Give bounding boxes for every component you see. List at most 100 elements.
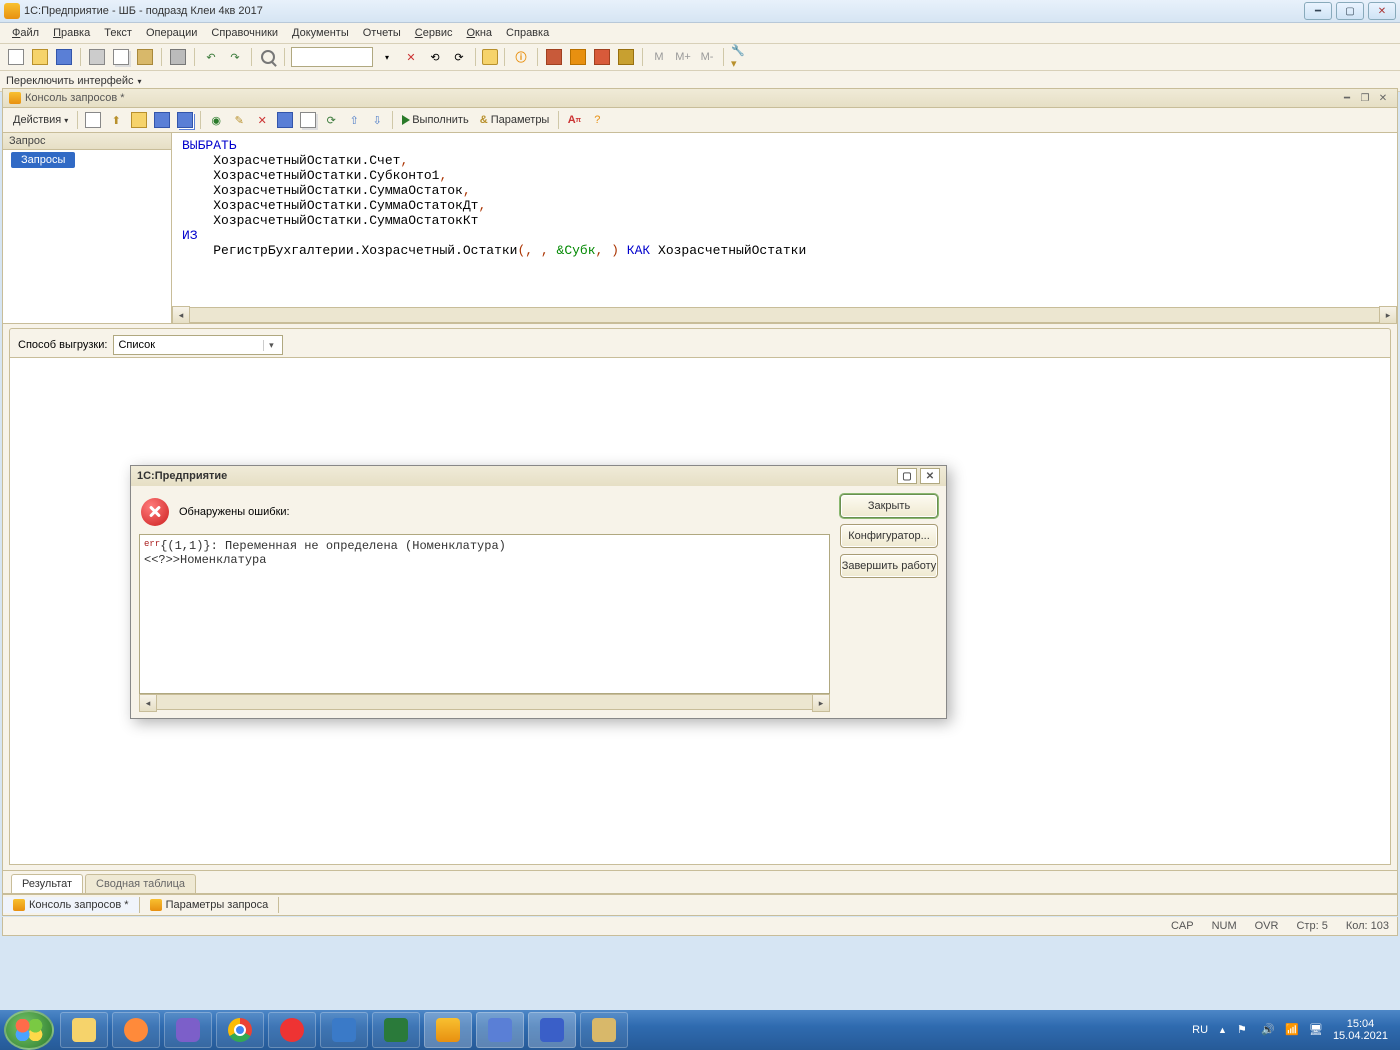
taskbar-excel[interactable] [372, 1012, 420, 1048]
new-button[interactable] [6, 47, 26, 67]
menu-help[interactable]: Справка [500, 25, 555, 41]
doctab-console[interactable]: Консоль запросов * [3, 897, 140, 913]
copy-button[interactable] [111, 47, 131, 67]
mdi-restore-button[interactable]: ❐ [1357, 91, 1373, 105]
doctab-params[interactable]: Параметры запроса [140, 897, 280, 913]
taskbar-1c[interactable] [424, 1012, 472, 1048]
window-minimize-button[interactable]: ━ [1304, 2, 1332, 20]
m-minus-button[interactable]: M- [697, 47, 717, 67]
taskbar-save[interactable] [476, 1012, 524, 1048]
run-button[interactable]: Выполнить [398, 112, 472, 128]
paste-button[interactable] [135, 47, 155, 67]
taskbar-opera[interactable] [268, 1012, 316, 1048]
tray-language[interactable]: RU [1192, 1024, 1208, 1036]
close-button[interactable]: Закрыть [840, 494, 938, 518]
print-button[interactable] [168, 47, 188, 67]
tray-clock[interactable]: 15:04 15.04.2021 [1333, 1018, 1388, 1042]
tray-flag-icon[interactable]: ⚑ [1237, 1023, 1251, 1037]
tray-network-icon[interactable]: 📶 [1285, 1023, 1299, 1037]
info-button[interactable]: ⓘ [511, 47, 531, 67]
qt-open-icon[interactable] [129, 110, 149, 130]
menu-operations[interactable]: Операции [140, 25, 203, 41]
qt-help-icon[interactable]: ? [587, 110, 607, 130]
redo-button[interactable]: ↷ [225, 47, 245, 67]
export-combo[interactable]: Список ▾ [113, 335, 283, 355]
tree-item-queries[interactable]: Запросы [11, 152, 75, 168]
menu-file[interactable]: Файл [6, 25, 45, 41]
open-button[interactable] [30, 47, 50, 67]
qt-movedown-icon[interactable]: ⇩ [367, 110, 387, 130]
menu-reports[interactable]: Отчеты [357, 25, 407, 41]
window-close-button[interactable]: ✕ [1368, 2, 1396, 20]
calc-button[interactable] [482, 49, 498, 65]
undo-button[interactable]: ↶ [201, 47, 221, 67]
dialog-hscrollbar[interactable]: ◂ ▸ [139, 694, 830, 710]
menu-docs[interactable]: Документы [286, 25, 355, 41]
dialog-close-button[interactable]: ✕ [920, 468, 940, 484]
params-button[interactable]: & Параметры [476, 112, 554, 128]
toolbar-combo[interactable] [291, 47, 373, 67]
taskbar-viber[interactable] [164, 1012, 212, 1048]
taskbar-word[interactable] [528, 1012, 576, 1048]
qt-save2-icon[interactable] [275, 110, 295, 130]
actions-dropdown[interactable]: Действия [9, 112, 72, 128]
toolbar-combo-dropdown[interactable]: ▾ [377, 47, 397, 67]
dialog-titlebar[interactable]: 1С:Предприятие ▢ ✕ [131, 466, 946, 486]
tray-battery-icon[interactable]: 🖥 [1309, 1023, 1323, 1037]
qt-up-icon[interactable]: ⬆ [106, 110, 126, 130]
toolbar-clear-button[interactable]: ✕ [401, 47, 421, 67]
qt-font-icon[interactable]: Aπ [564, 110, 584, 130]
tab-pivot[interactable]: Сводная таблица [85, 874, 196, 893]
tray-show-hidden-icon[interactable]: ▲ [1218, 1025, 1227, 1035]
qt-edit-icon[interactable]: ✎ [229, 110, 249, 130]
tray-volume-icon[interactable]: 🔊 [1261, 1023, 1275, 1037]
save-button[interactable] [54, 47, 74, 67]
menu-text[interactable]: Текст [98, 25, 138, 41]
configurator-button[interactable]: Конфигуратор... [840, 524, 938, 548]
qt-delete-icon[interactable]: ✕ [252, 110, 272, 130]
taskbar-media[interactable] [112, 1012, 160, 1048]
scroll-right-icon[interactable]: ▸ [812, 694, 830, 712]
taskbar-app1[interactable] [320, 1012, 368, 1048]
menu-refs[interactable]: Справочники [205, 25, 284, 41]
scroll-left-icon[interactable]: ◂ [139, 694, 157, 712]
scroll-right-icon[interactable]: ▸ [1379, 306, 1397, 324]
nav-back-button[interactable]: ⟲ [425, 47, 445, 67]
taskbar-chrome[interactable] [216, 1012, 264, 1048]
m-plus-button[interactable]: M+ [673, 47, 693, 67]
error-textbox[interactable]: err{(1,1)}: Переменная не определена (Но… [139, 534, 830, 694]
qt-refresh-icon[interactable]: ⟳ [321, 110, 341, 130]
tb-icon-1[interactable] [544, 47, 564, 67]
m-button[interactable]: M [649, 47, 669, 67]
find-button[interactable] [258, 47, 278, 67]
query-code-editor[interactable]: ВЫБРАТЬ ХозрасчетныйОстатки.Счет, Хозрас… [172, 133, 1397, 307]
cut-button[interactable] [87, 47, 107, 67]
start-button[interactable] [4, 1010, 54, 1050]
dialog-maximize-button[interactable]: ▢ [897, 468, 917, 484]
nav-fwd-button[interactable]: ⟳ [449, 47, 469, 67]
taskbar-explorer[interactable] [60, 1012, 108, 1048]
editor-hscrollbar[interactable]: ◂ ▸ [172, 307, 1397, 323]
window-maximize-button[interactable]: ▢ [1336, 2, 1364, 20]
menu-service[interactable]: Сервис [409, 25, 459, 41]
menu-windows[interactable]: Окна [460, 25, 498, 41]
tools-dropdown[interactable]: 🔧▾ [730, 47, 750, 67]
tab-result[interactable]: Результат [11, 874, 83, 893]
tb-icon-3[interactable] [592, 47, 612, 67]
scroll-left-icon[interactable]: ◂ [172, 306, 190, 324]
tb-icon-4[interactable] [616, 47, 636, 67]
mdi-close-button[interactable]: ✕ [1375, 91, 1391, 105]
qt-copy-icon[interactable] [298, 110, 318, 130]
menu-edit[interactable]: Правка [47, 25, 96, 41]
switch-interface-dropdown[interactable]: Переключить интерфейс [6, 75, 142, 87]
qt-saveas-icon[interactable] [175, 110, 195, 130]
qt-run-icon[interactable]: ◉ [206, 110, 226, 130]
qt-new-icon[interactable] [83, 110, 103, 130]
qt-moveup-icon[interactable]: ⇧ [344, 110, 364, 130]
taskbar-app2[interactable] [580, 1012, 628, 1048]
qt-save-icon[interactable] [152, 110, 172, 130]
terminate-button[interactable]: Завершить работу [840, 554, 938, 578]
export-label: Способ выгрузки: [18, 339, 107, 351]
tb-icon-2[interactable] [568, 47, 588, 67]
mdi-minimize-button[interactable]: ━ [1339, 91, 1355, 105]
